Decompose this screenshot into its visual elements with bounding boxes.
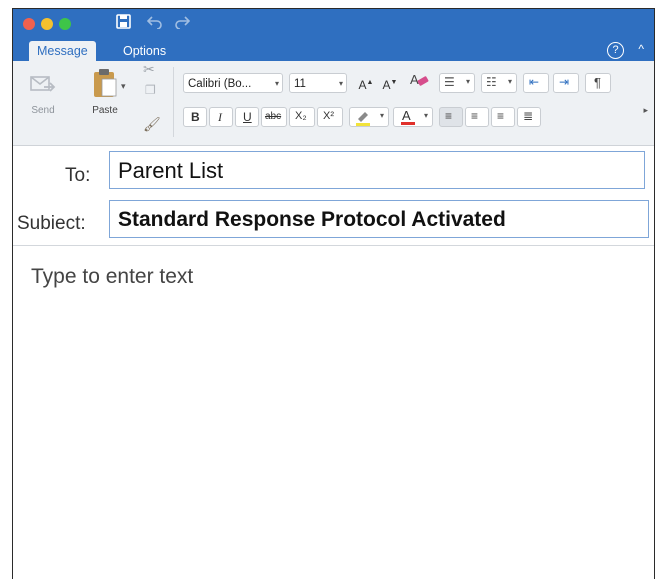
send-icon [23,71,63,105]
collapse-ribbon-icon[interactable]: ^ [638,42,644,56]
tab-options[interactable]: Options [115,41,174,61]
compose-window: Message Options ? ^ Send Paste ▾ ✂ ❐ 🖌 C… [12,8,655,579]
chevron-down-icon: ▾ [274,79,279,88]
close-window-button[interactable] [23,18,35,30]
superscript-label: X² [323,110,334,122]
ribbon-tabs: Message Options ? ^ [13,39,654,61]
chevron-down-icon: ▾ [379,111,384,120]
font-size-value: 11 [294,78,306,90]
italic-label: I [218,110,222,124]
ribbon-divider [173,67,174,137]
zoom-window-button[interactable] [59,18,71,30]
send-button[interactable]: Send [23,71,63,116]
paste-label: Paste [92,105,118,116]
numbering-dropdown[interactable]: ☷ ▾ [481,73,517,93]
copy-icon[interactable]: ❐ [145,83,156,97]
to-value: Parent List [118,158,224,183]
ribbon: Send Paste ▾ ✂ ❐ 🖌 Calibri (Bo... ▾ 11 ▾… [13,61,654,146]
justify-button[interactable]: ≣ [517,107,541,127]
subject-field[interactable]: Standard Response Protocol Activated [109,200,649,238]
minimize-window-button[interactable] [41,18,53,30]
message-body[interactable]: Type to enter text [13,246,654,579]
decrease-indent-button[interactable]: ⇤ [523,73,549,93]
highlighter-icon [354,108,372,131]
align-left-button[interactable]: ≡ [439,107,463,127]
decrease-indent-icon: ⇤ [529,75,540,89]
to-field[interactable]: Parent List [109,151,645,189]
shrink-font-button[interactable]: A▼ [379,73,401,93]
strikethrough-button[interactable]: abc [261,107,287,127]
chevron-down-icon: ▾ [465,77,470,86]
numbered-list-icon: ☷ [486,75,497,89]
font-name-value: Calibri (Bo... [188,78,252,90]
superscript-button[interactable]: X² [317,107,343,127]
align-center-icon: ≡ [471,109,479,123]
font-name-dropdown[interactable]: Calibri (Bo... ▾ [183,73,283,93]
tab-message[interactable]: Message [29,41,96,61]
chevron-down-icon[interactable]: ▾ [121,81,126,92]
undo-icon[interactable] [146,14,163,34]
justify-icon: ≣ [523,109,534,123]
align-center-button[interactable]: ≡ [465,107,489,127]
chevron-down-icon: ▾ [423,111,428,120]
bold-button[interactable]: B [183,107,207,127]
help-icon[interactable]: ? [607,42,624,59]
italic-button[interactable]: I [209,107,233,127]
align-right-icon: ≡ [497,109,505,123]
chevron-down-icon: ▾ [507,77,512,86]
font-size-dropdown[interactable]: 11 ▾ [289,73,347,93]
underline-label: U [243,110,252,124]
title-bar [13,9,654,39]
clear-formatting-icon[interactable]: A [407,71,431,91]
subscript-button[interactable]: X₂ [289,107,315,127]
body-placeholder: Type to enter text [31,265,194,288]
grow-font-button[interactable]: A▲ [355,73,377,93]
subject-label: Subiect: [17,213,86,234]
bullets-dropdown[interactable]: ☰ ▾ [439,73,475,93]
cut-icon[interactable]: ✂ [143,61,155,78]
pilcrow-icon: ¶ [594,75,601,90]
strikethrough-label: abc [265,111,282,122]
redo-icon[interactable] [174,14,191,34]
bold-label: B [191,110,200,124]
increase-indent-icon: ⇥ [559,75,570,89]
format-painter-icon[interactable]: 🖌 [143,116,161,133]
send-label: Send [31,105,55,116]
chevron-down-icon: ▾ [338,79,343,88]
svg-text:A: A [410,72,419,87]
font-color-dropdown[interactable]: A ▾ [393,107,433,127]
font-color-icon: A [400,108,416,131]
subject-value: Standard Response Protocol Activated [118,208,506,231]
save-icon[interactable] [116,14,131,34]
underline-button[interactable]: U [235,107,259,127]
align-left-icon: ≡ [445,109,453,123]
to-label: To: [65,165,91,186]
increase-indent-button[interactable]: ⇥ [553,73,579,93]
align-right-button[interactable]: ≡ [491,107,515,127]
svg-text:A: A [402,108,411,123]
bullet-list-icon: ☰ [444,75,455,89]
subscript-label: X₂ [295,110,307,122]
chevron-right-icon[interactable]: ▸ [643,105,648,116]
show-formatting-button[interactable]: ¶ [585,73,611,93]
highlight-dropdown[interactable]: ▾ [349,107,389,127]
